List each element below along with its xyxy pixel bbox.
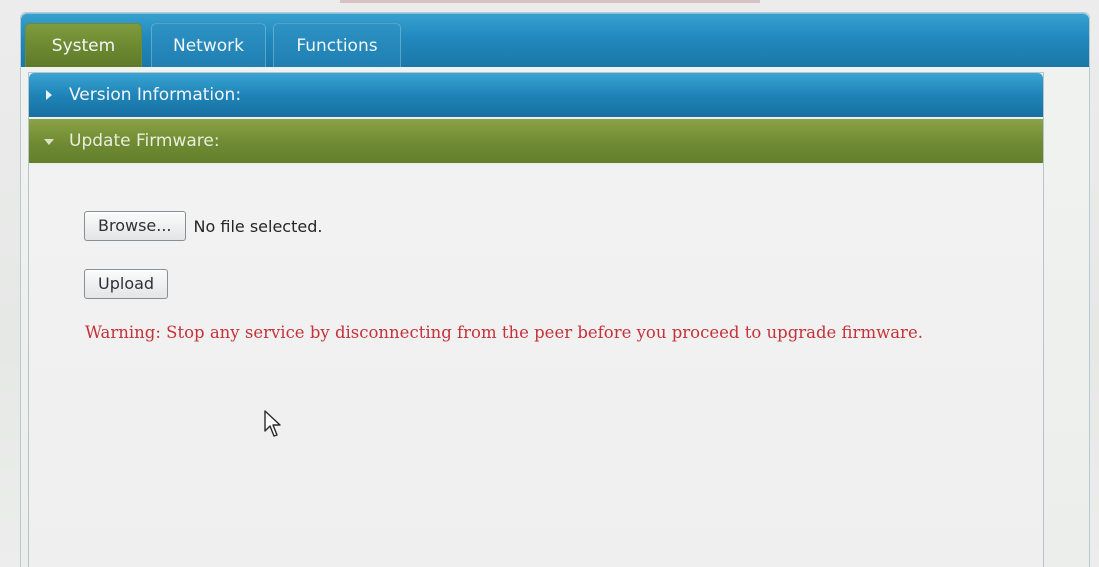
tab-system-label: System xyxy=(51,36,116,56)
accordion: Version Information: Update Firmware: Br… xyxy=(28,72,1044,567)
file-status-text: No file selected. xyxy=(193,216,323,236)
update-firmware-body: Browse... No file selected. Upload Warni… xyxy=(29,165,1043,567)
accordion-header-label: Version Information: xyxy=(69,85,242,105)
tab-functions-label: Functions xyxy=(296,36,378,56)
tab-network[interactable]: Network xyxy=(151,23,266,67)
tab-system[interactable]: System xyxy=(25,23,142,67)
firmware-warning-text: Warning: Stop any service by disconnecti… xyxy=(85,323,923,342)
tab-network-label: Network xyxy=(173,36,244,56)
accordion-header-version-information[interactable]: Version Information: xyxy=(29,73,1043,117)
screen: System Network Functions Version Informa… xyxy=(0,0,1099,567)
mouse-cursor-icon xyxy=(264,410,281,437)
upload-row: Upload xyxy=(84,269,169,299)
accordion-header-update-firmware[interactable]: Update Firmware: xyxy=(29,119,1043,163)
top-edge-line xyxy=(340,0,760,3)
accordion-header-label: Update Firmware: xyxy=(69,131,220,151)
tab-functions[interactable]: Functions xyxy=(273,23,401,67)
file-input: Browse... No file selected. xyxy=(84,211,322,241)
tab-bar: System Network Functions xyxy=(21,13,1089,67)
browse-button[interactable]: Browse... xyxy=(84,211,186,241)
triangle-right-icon xyxy=(46,90,52,100)
upload-button[interactable]: Upload xyxy=(84,269,169,299)
triangle-down-icon xyxy=(44,139,54,145)
